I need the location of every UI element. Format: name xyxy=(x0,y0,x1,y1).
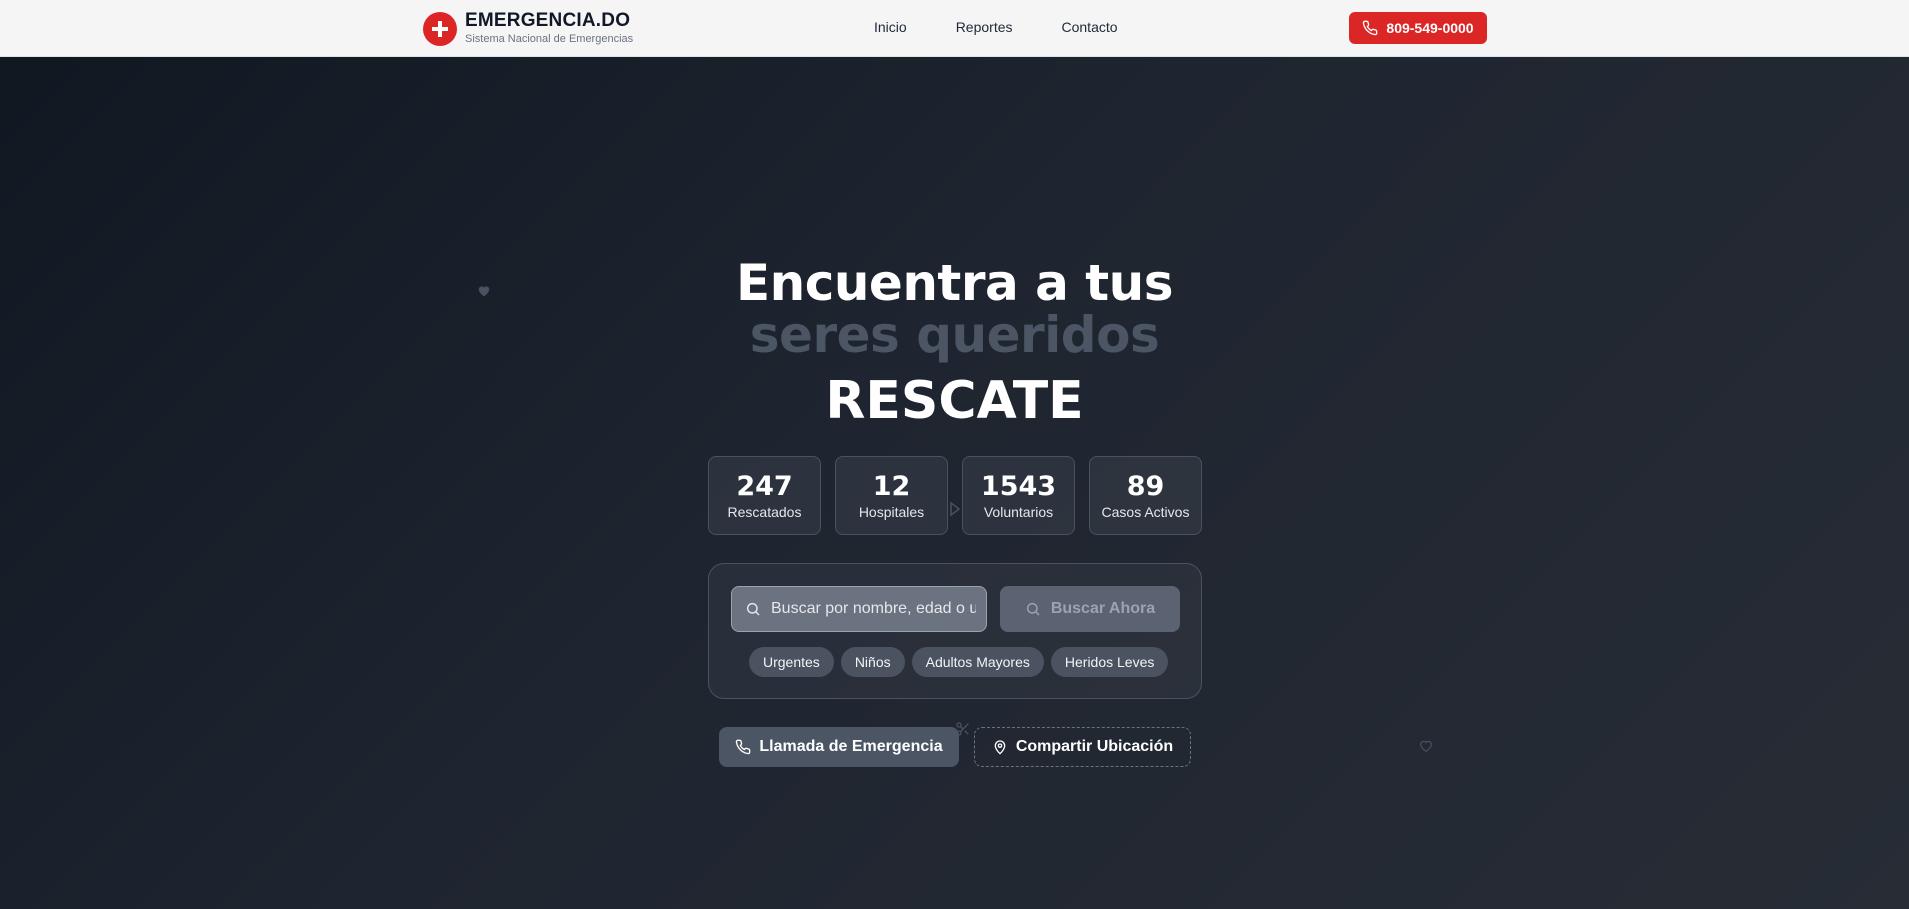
nav-link-inicio[interactable]: Inicio xyxy=(874,19,907,35)
chip-heridos-leves[interactable]: Heridos Leves xyxy=(1050,647,1169,677)
search-icon xyxy=(1026,602,1040,616)
search-input[interactable] xyxy=(771,600,976,618)
nav-link-contacto[interactable]: Contacto xyxy=(1062,19,1118,35)
phone-number: 809-549-0000 xyxy=(1386,20,1474,36)
hero-title-line1: Encuentra a tus xyxy=(735,254,1174,312)
stat-card-voluntarios: 1543 Voluntarios xyxy=(962,456,1075,535)
emergency-call-label: Llamada de Emergencia xyxy=(759,738,943,755)
chip-urgentes[interactable]: Urgentes xyxy=(749,647,834,677)
search-button-label: Buscar Ahora xyxy=(1050,600,1156,617)
heart-outline-icon xyxy=(1420,740,1432,752)
brand-subtitle: Sistema Nacional de Emergencias xyxy=(465,33,634,45)
share-location-label: Compartir Ubicación xyxy=(1015,738,1174,755)
stat-value: 247 xyxy=(736,470,793,502)
chip-ninos[interactable]: Niños xyxy=(840,647,905,677)
top-navbar: EMERGENCIA.DO Sistema Nacional de Emerge… xyxy=(0,0,1909,57)
hero-title-line2: seres queridos xyxy=(749,306,1160,364)
stat-value: 12 xyxy=(872,470,911,502)
search-panel: Buscar Ahora Urgentes Niños Adultos Mayo… xyxy=(708,563,1202,699)
brand-title: EMERGENCIA.DO xyxy=(465,10,631,31)
search-submit-button[interactable]: Buscar Ahora xyxy=(1000,586,1180,632)
share-location-button[interactable]: Compartir Ubicación xyxy=(974,727,1191,767)
stat-label: Casos Activos xyxy=(1101,503,1190,520)
map-pin-icon xyxy=(994,740,1006,755)
nav-link-reportes[interactable]: Reportes xyxy=(956,19,1013,35)
medical-cross-icon xyxy=(423,11,457,46)
stat-card-rescatados: 247 Rescatados xyxy=(708,456,821,535)
stat-value: 89 xyxy=(1126,470,1165,502)
emergency-phone-button[interactable]: 809-549-0000 xyxy=(1349,12,1487,44)
filter-chips: Urgentes Niños Adultos Mayores Heridos L… xyxy=(749,647,1175,677)
stats-row: 247 Rescatados 12 Hospitales 1543 Volunt… xyxy=(708,456,1202,535)
chip-adultos-mayores[interactable]: Adultos Mayores xyxy=(911,647,1044,677)
search-field[interactable] xyxy=(731,586,987,632)
stat-card-hospitales: 12 Hospitales xyxy=(835,456,948,535)
stat-card-casos-activos: 89 Casos Activos xyxy=(1089,456,1202,535)
phone-icon xyxy=(1363,20,1378,36)
main-nav: Inicio Reportes Contacto xyxy=(874,19,1167,35)
brand-logo[interactable]: EMERGENCIA.DO Sistema Nacional de Emerge… xyxy=(423,11,633,46)
stat-value: 1543 xyxy=(980,470,1057,502)
stat-label: Voluntarios xyxy=(983,503,1054,520)
phone-icon xyxy=(736,739,751,755)
stat-label: Hospitales xyxy=(858,503,925,520)
hero-title-rescate: RESCATE xyxy=(825,371,1084,431)
search-icon xyxy=(746,602,760,616)
emergency-call-button[interactable]: Llamada de Emergencia xyxy=(719,727,959,767)
stat-label: Rescatados xyxy=(727,503,802,520)
